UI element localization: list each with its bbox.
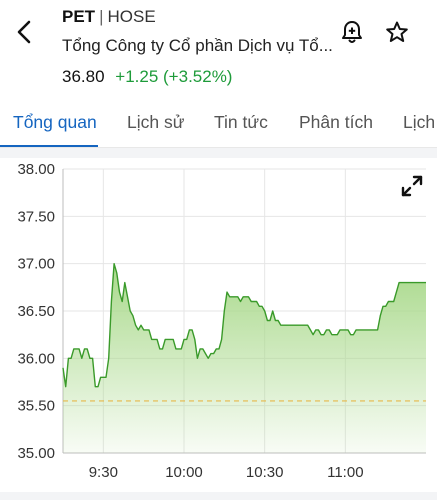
ticker-symbol: PET bbox=[62, 7, 96, 26]
stock-header: PET | HOSE Tổng Công ty Cổ phần Dịch vụ Tổ… bbox=[0, 0, 437, 96]
y-tick-label: 36.00 bbox=[17, 350, 55, 367]
price-chart[interactable]: 38.00 37.50 37.00 36.50 36.00 35.50 35.00 9:30 1… bbox=[0, 158, 437, 492]
current-price: 36.80 bbox=[62, 67, 105, 86]
expand-chart-button[interactable] bbox=[398, 172, 426, 200]
x-tick-label: 9:30 bbox=[89, 464, 118, 481]
price-line: 36.80 +1.25 (+3.52%) bbox=[62, 67, 232, 87]
bell-plus-icon bbox=[342, 21, 362, 43]
stock-title: PET | HOSE bbox=[62, 7, 156, 27]
y-tick-label: 37.50 bbox=[17, 208, 55, 225]
expand-icon bbox=[401, 175, 423, 197]
section-separator bbox=[0, 148, 437, 158]
y-tick-label: 37.00 bbox=[17, 256, 55, 273]
price-area bbox=[63, 263, 426, 453]
tab-news[interactable]: Tin tức bbox=[214, 112, 268, 133]
price-change: +1.25 (+3.52%) bbox=[115, 67, 233, 86]
y-tick-label: 35.00 bbox=[17, 445, 55, 462]
tab-analysis[interactable]: Phân tích bbox=[299, 112, 373, 133]
intraday-chart-svg: 38.00 37.50 37.00 36.50 36.00 35.50 35.00 9:30 1… bbox=[17, 161, 426, 481]
exchange-name: HOSE bbox=[107, 7, 156, 26]
x-tick-label: 10:00 bbox=[165, 464, 203, 481]
y-tick-label: 35.50 bbox=[17, 398, 55, 415]
x-tick-label: 11:00 bbox=[327, 464, 363, 481]
company-name: Tổng Công ty Cổ phần Dịch vụ Tổ... bbox=[62, 36, 333, 55]
back-chevron-icon bbox=[17, 20, 31, 44]
watchlist-star-button[interactable] bbox=[383, 18, 411, 46]
tab-bar: Tổng quan Lịch sử Tin tức Phân tích Lịch bbox=[0, 100, 437, 148]
y-tick-label: 38.00 bbox=[17, 161, 55, 178]
tab-history[interactable]: Lịch sử bbox=[127, 112, 184, 133]
price-alert-button[interactable] bbox=[338, 18, 366, 46]
x-tick-label: 10:30 bbox=[246, 464, 284, 481]
y-tick-label: 36.50 bbox=[17, 303, 55, 320]
tab-overview[interactable]: Tổng quan bbox=[13, 112, 97, 133]
bottom-separator bbox=[0, 492, 437, 500]
back-button[interactable] bbox=[10, 18, 38, 46]
title-separator: | bbox=[99, 7, 104, 26]
tab-calendar[interactable]: Lịch bbox=[403, 112, 435, 133]
star-icon bbox=[386, 21, 408, 42]
